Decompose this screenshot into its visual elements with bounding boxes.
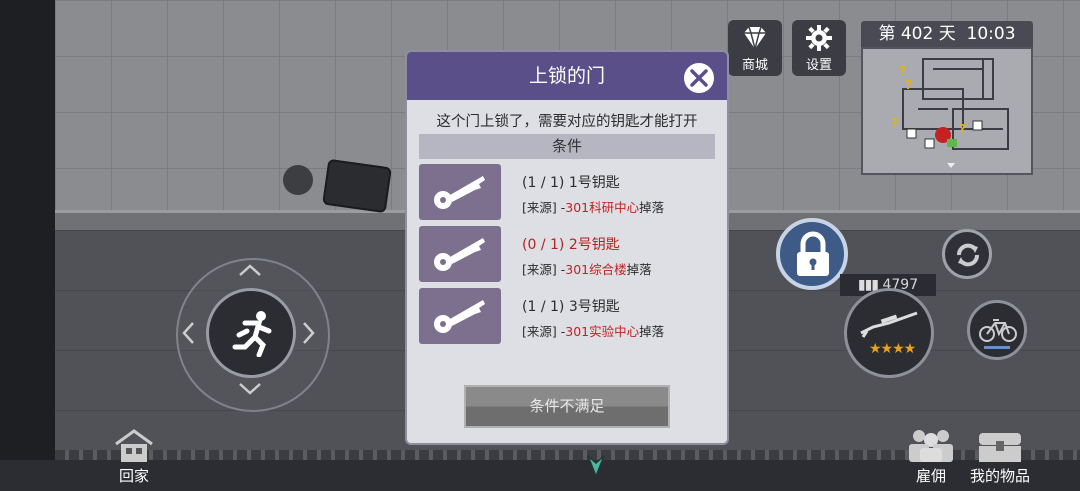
key-name: 1号钥匙 (568, 175, 620, 191)
conditions-header: 条件 (419, 134, 715, 159)
source-prefix: [来源] - (522, 200, 566, 215)
bicycle-button[interactable] (967, 300, 1027, 360)
shop-button[interactable]: 商城 (728, 20, 782, 76)
unlock-door-button[interactable] (776, 218, 848, 290)
requirement-name: (1 / 1) 1号钥匙 (522, 172, 620, 192)
key-name: 2号钥匙 (568, 237, 620, 253)
source-suffix: 掉落 (639, 324, 665, 339)
hire-icon[interactable] (906, 428, 956, 466)
day-text: 第 402 天 (878, 24, 956, 44)
key-icon (419, 164, 501, 220)
requirement-source: [来源] -301综合楼掉落 (522, 259, 652, 278)
requirement-count: (1 / 1) (522, 299, 565, 315)
refresh-icon (954, 241, 982, 273)
minimap[interactable]: ? ? ? ? (861, 47, 1033, 175)
requirement-row: (1 / 1) 3号钥匙 [来源] -301实验中心掉落 (419, 288, 719, 344)
requirement-name: (0 / 1) 2号钥匙 (522, 234, 620, 254)
source-place: 301科研中心 (565, 200, 640, 215)
items-label[interactable]: 我的物品 (962, 465, 1038, 486)
requirement-count: (0 / 1) (522, 237, 565, 253)
conditions-not-met-button[interactable]: 条件不满足 (464, 385, 670, 428)
switch-weapon-button[interactable] (942, 229, 992, 279)
sprint-button[interactable] (206, 288, 296, 378)
source-prefix: [来源] - (522, 262, 566, 277)
source-prefix: [来源] - (522, 324, 566, 339)
running-man-icon (231, 309, 275, 361)
shop-label: 商城 (741, 58, 768, 73)
debris (283, 165, 313, 195)
crate (322, 158, 392, 214)
source-suffix: 掉落 (639, 200, 665, 215)
time-text: 10:03 (966, 24, 1016, 44)
chest-icon[interactable] (976, 429, 1024, 467)
dialog-description: 这个门上锁了，需要对应的钥匙才能打开 (436, 114, 698, 130)
key-icon (419, 288, 501, 344)
close-icon (689, 68, 709, 92)
svg-text:?: ? (905, 78, 912, 92)
key-name: 3号钥匙 (568, 299, 620, 315)
svg-text:?: ? (959, 122, 966, 136)
chevron-right-icon (302, 321, 316, 349)
requirement-source: [来源] -301科研中心掉落 (522, 197, 664, 216)
svg-text:?: ? (891, 116, 898, 130)
sniper-rifle-icon (859, 309, 921, 343)
dialog-title: 上锁的门 (528, 65, 605, 87)
requirement-row: (1 / 1) 1号钥匙 [来源] -301科研中心掉落 (419, 164, 719, 220)
fire-button[interactable]: ★★★★ (844, 288, 934, 378)
requirement-count: (1 / 1) (522, 175, 565, 191)
source-place: 301实验中心 (565, 324, 640, 339)
gear-icon (792, 24, 846, 54)
bicycle-icon (979, 317, 1017, 347)
home-icon[interactable] (112, 428, 156, 468)
chevron-left-icon (181, 321, 195, 349)
screen-edge (0, 0, 55, 491)
source-suffix: 掉落 (626, 262, 652, 277)
vehicle-bar (984, 346, 1010, 349)
padlock-icon (793, 230, 833, 282)
home-label[interactable]: 回家 (112, 465, 156, 486)
hire-label[interactable]: 雇佣 (906, 465, 956, 486)
settings-button[interactable]: 设置 (792, 20, 846, 76)
svg-text:?: ? (899, 64, 906, 78)
requirement-source: [来源] -301实验中心掉落 (522, 321, 664, 340)
source-place: 301综合楼 (565, 262, 627, 277)
locked-door-dialog: 上锁的门 这个门上锁了，需要对应的钥匙才能打开 条件 (1 / 1) 1号钥匙 … (407, 52, 727, 443)
key-icon (419, 226, 501, 282)
close-button[interactable] (682, 61, 716, 95)
door-marker-icon (586, 454, 606, 482)
requirement-name: (1 / 1) 3号钥匙 (522, 296, 620, 316)
chevron-down-icon (238, 381, 262, 400)
chevron-up-icon (238, 262, 262, 281)
day-time-display: 第 402 天 10:03 (861, 21, 1033, 47)
diamond-icon (728, 24, 782, 54)
settings-label: 设置 (805, 58, 832, 73)
requirement-row: (0 / 1) 2号钥匙 [来源] -301综合楼掉落 (419, 226, 719, 282)
weapon-rating-stars: ★★★★ (869, 341, 916, 357)
